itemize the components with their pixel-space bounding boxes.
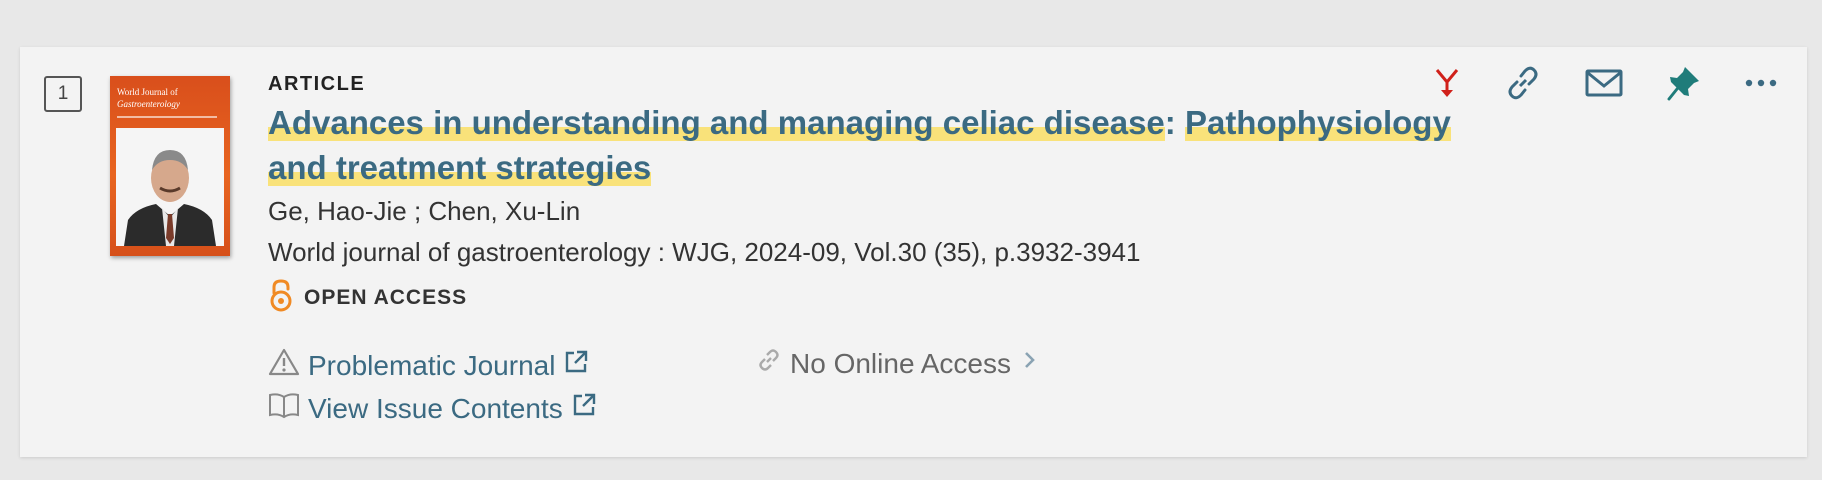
authors: Ge, Hao-Jie ; Chen, Xu-Lin [268, 196, 581, 226]
permalink-icon[interactable] [1505, 65, 1541, 101]
cover-photo [116, 128, 224, 246]
link-chain-icon [756, 347, 782, 380]
chevron-right-icon [1019, 347, 1041, 380]
open-lock-icon [268, 278, 294, 317]
no-online-access-link[interactable]: No Online Access [756, 347, 1041, 380]
resource-type-label: ARTICLE [268, 73, 366, 95]
problematic-journal-link[interactable]: Problematic Journal [268, 347, 589, 384]
title-separator: : [1164, 104, 1185, 141]
result-card: 1 World Journal of Gastroenterology ARTI… [20, 47, 1807, 457]
warning-triangle-icon [268, 347, 300, 384]
no-online-access-label[interactable]: No Online Access [790, 348, 1011, 380]
external-link-icon [571, 392, 597, 425]
external-link-icon [563, 349, 589, 382]
journal-cover-thumbnail[interactable]: World Journal of Gastroenterology [110, 76, 230, 256]
record-actions-toolbar [1433, 65, 1777, 101]
cover-rule [117, 116, 217, 118]
publication-source: World journal of gastroenterology : WJG,… [268, 237, 1141, 267]
view-issue-contents-label[interactable]: View Issue Contents [308, 393, 563, 425]
result-index: 1 [44, 76, 82, 112]
email-icon[interactable] [1585, 68, 1623, 98]
citation-icon[interactable] [1433, 66, 1461, 100]
record-details: ARTICLE Advances in understanding and ma… [268, 73, 1468, 429]
open-access-label: OPEN ACCESS [304, 285, 468, 309]
title-part-1[interactable]: Advances in understanding and managing c… [268, 104, 1165, 141]
record-title-link[interactable]: Advances in understanding and managing c… [268, 100, 1468, 190]
problematic-journal-label[interactable]: Problematic Journal [308, 350, 555, 382]
view-issue-contents-link[interactable]: View Issue Contents [268, 391, 597, 426]
availability-links: Problematic Journal No Online Access Vie… [268, 339, 1468, 429]
open-book-icon [268, 391, 300, 426]
pin-icon[interactable] [1667, 65, 1701, 101]
cover-title: World Journal of Gastroenterology [117, 87, 180, 109]
more-options-icon[interactable] [1745, 78, 1777, 88]
open-access-indicator: OPEN ACCESS [268, 278, 1468, 317]
